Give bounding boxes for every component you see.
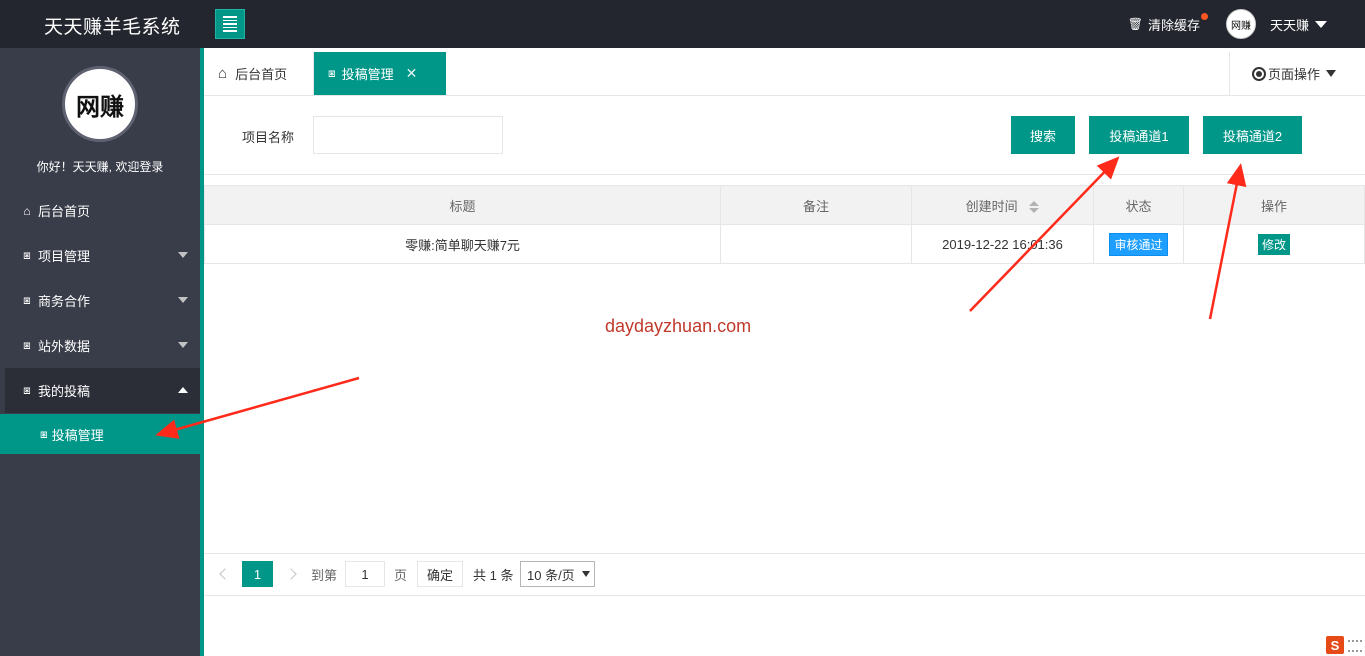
user-name[interactable]: 天天赚 bbox=[1270, 15, 1309, 34]
clear-cache-button[interactable]: 🗑 清除缓存 bbox=[1127, 12, 1208, 34]
tab-label: 后台首页 bbox=[235, 67, 288, 82]
goto-label: 到第 bbox=[311, 567, 338, 583]
status-badge: 审核通过 bbox=[1109, 232, 1168, 256]
page-1-button[interactable]: 1 bbox=[242, 561, 273, 587]
cell-title: 零赚:简单聊天赚7元 bbox=[204, 224, 721, 264]
chevron-down-icon bbox=[178, 252, 188, 258]
chevron-down-icon bbox=[178, 297, 188, 303]
chevron-down-icon bbox=[178, 342, 188, 348]
content-left-border bbox=[200, 48, 204, 656]
sidebar-item-label: 项目管理 bbox=[38, 249, 91, 264]
divider bbox=[204, 174, 1365, 175]
column-header-title: 标题 bbox=[204, 185, 721, 225]
tab-bar: ⌂ 后台首页 ⧆ 投稿管理 ✕ 页面操作 bbox=[204, 52, 1365, 96]
tab-home[interactable]: ⌂ 后台首页 bbox=[204, 52, 314, 95]
trash-icon: 🗑 bbox=[1127, 17, 1143, 31]
grid-icon: ⧆ bbox=[23, 248, 31, 262]
project-name-label: 项目名称 bbox=[242, 130, 295, 145]
chevron-right-icon bbox=[285, 568, 297, 580]
chevron-up-icon bbox=[178, 387, 188, 393]
chevron-left-icon bbox=[219, 568, 231, 580]
submissions-table: 标题 备注 创建时间 状态 操作 零赚:简单聊天赚7元 2019-12-22 1… bbox=[204, 185, 1365, 264]
cell-created: 2019-12-22 16:01:36 bbox=[911, 224, 1094, 264]
cell-remark bbox=[720, 224, 912, 264]
sidebar-item-business[interactable]: ⧆ 商务合作 bbox=[0, 278, 200, 323]
tab-label: 投稿管理 bbox=[341, 67, 394, 82]
sidebar-avatar: 网赚 bbox=[62, 66, 138, 142]
column-header-status: 状态 bbox=[1093, 185, 1184, 225]
project-name-input[interactable] bbox=[313, 116, 503, 154]
page-operations-dropdown[interactable]: 页面操作 bbox=[1229, 52, 1365, 95]
channel-2-button[interactable]: 投稿通道2 bbox=[1203, 116, 1302, 154]
sidebar-item-label: 站外数据 bbox=[38, 339, 91, 354]
sidebar: 网赚 你好！天天赚, 欢迎登录 ⌂ 后台首页 ⧆ 项目管理 ⧆ 商务合作 ⧆ 站… bbox=[0, 48, 200, 656]
radio-icon bbox=[1252, 66, 1266, 81]
sidebar-item-projects[interactable]: ⧆ 项目管理 bbox=[0, 233, 200, 278]
grid-icon: ⧆ bbox=[23, 383, 31, 397]
goto-page-input[interactable]: 1 bbox=[345, 561, 385, 587]
table-header-row: 标题 备注 创建时间 状态 操作 bbox=[204, 185, 1365, 225]
home-icon: ⌂ bbox=[218, 65, 228, 82]
cell-action: 修改 bbox=[1183, 224, 1365, 264]
tab-submission-management[interactable]: ⧆ 投稿管理 ✕ bbox=[314, 52, 446, 95]
next-page-button[interactable] bbox=[284, 561, 298, 587]
watermark-text: daydayzhuan.com bbox=[605, 316, 752, 336]
sidebar-item-external-data[interactable]: ⧆ 站外数据 bbox=[0, 323, 200, 368]
table-row: 零赚:简单聊天赚7元 2019-12-22 16:01:36 审核通过 修改 bbox=[204, 224, 1365, 264]
grid-icon: ⧆ bbox=[40, 426, 48, 441]
top-bar: 天天赚羊毛系统 🗑 清除缓存 网赚 天天赚 bbox=[0, 0, 1365, 48]
channel-1-button[interactable]: 投稿通道1 bbox=[1089, 116, 1189, 154]
column-header-remark: 备注 bbox=[720, 185, 912, 225]
notification-dot bbox=[1200, 12, 1208, 20]
per-page-value: 10 条/页 bbox=[527, 567, 575, 583]
cell-status: 审核通过 bbox=[1093, 224, 1184, 264]
sidebar-item-label: 商务合作 bbox=[38, 294, 91, 309]
grid-icon: ⧆ bbox=[23, 293, 31, 307]
sidebar-subitem-submission-management[interactable]: ⧆ 投稿管理 bbox=[0, 414, 200, 454]
sidebar-item-my-submissions[interactable]: ⧆ 我的投稿 bbox=[5, 368, 200, 413]
column-header-created[interactable]: 创建时间 bbox=[911, 185, 1094, 225]
sort-icon[interactable] bbox=[1029, 201, 1040, 214]
clear-cache-label: 清除缓存 bbox=[1147, 17, 1200, 33]
user-menu-caret-icon[interactable] bbox=[1315, 20, 1327, 28]
chevron-down-icon bbox=[582, 571, 590, 577]
menu-toggle-button[interactable] bbox=[215, 9, 245, 39]
column-header-label: 创建时间 bbox=[965, 198, 1018, 214]
edit-button[interactable]: 修改 bbox=[1257, 233, 1290, 255]
welcome-text: 你好！天天赚, 欢迎登录 bbox=[36, 160, 164, 174]
prev-page-button[interactable] bbox=[218, 561, 232, 587]
divider bbox=[204, 553, 1365, 554]
ime-toolbar-icon[interactable] bbox=[1348, 640, 1362, 652]
close-icon[interactable]: ✕ bbox=[406, 65, 418, 82]
sidebar-item-label: 后台首页 bbox=[38, 204, 91, 219]
home-icon: ⌂ bbox=[23, 203, 31, 218]
divider bbox=[204, 595, 1365, 596]
sidebar-item-home[interactable]: ⌂ 后台首页 bbox=[0, 188, 200, 233]
column-header-action: 操作 bbox=[1183, 185, 1365, 225]
search-button[interactable]: 搜索 bbox=[1011, 116, 1075, 154]
sogou-ime-icon[interactable]: S bbox=[1326, 636, 1344, 654]
confirm-page-button[interactable]: 确定 bbox=[417, 561, 463, 587]
page-unit-label: 页 bbox=[394, 567, 408, 583]
grid-icon: ⧆ bbox=[328, 66, 336, 80]
user-avatar[interactable]: 网赚 bbox=[1225, 9, 1256, 39]
per-page-select[interactable]: 10 条/页 bbox=[520, 561, 595, 587]
sidebar-subitem-label: 投稿管理 bbox=[51, 427, 104, 443]
app-title: 天天赚羊毛系统 bbox=[44, 16, 181, 38]
sidebar-item-label: 我的投稿 bbox=[38, 384, 91, 399]
total-count: 共 1 条 bbox=[473, 567, 514, 583]
grid-icon: ⧆ bbox=[23, 338, 31, 352]
caret-down-icon bbox=[1326, 70, 1337, 77]
page-operations-label: 页面操作 bbox=[1268, 67, 1321, 82]
